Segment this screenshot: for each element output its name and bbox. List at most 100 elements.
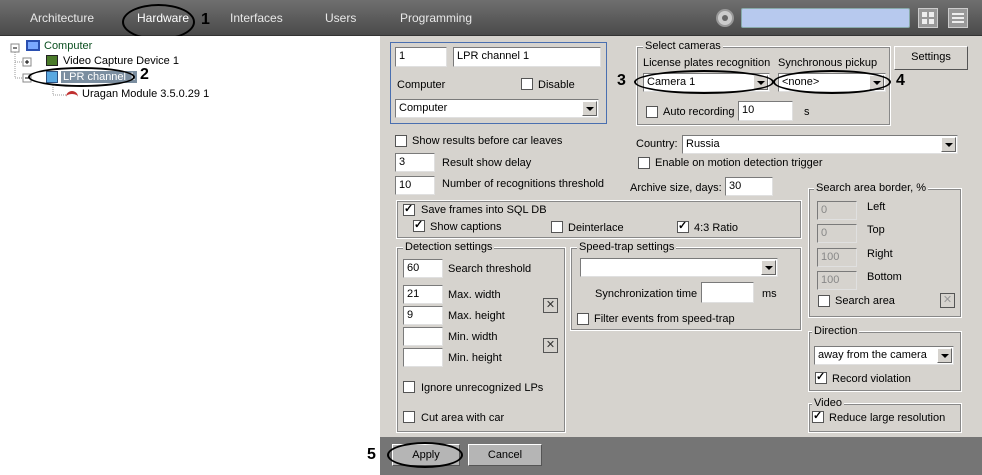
motion-trigger-checkbox[interactable]: [638, 157, 650, 169]
sync-pickup-label: Synchronous pickup: [778, 57, 878, 69]
reduce-resolution-label: Reduce large resolution: [829, 412, 946, 424]
bottom-border-label: Bottom: [867, 271, 902, 283]
ms-unit: ms: [762, 288, 777, 300]
annotation-oval-apply: [387, 442, 463, 468]
show-captions-label: Show captions: [430, 221, 502, 233]
archive-size-field[interactable]: 30: [725, 177, 773, 196]
search-box[interactable]: [741, 8, 910, 28]
deinterlace-checkbox[interactable]: [551, 221, 563, 233]
min-height-label: Min. height: [448, 352, 502, 364]
select-cameras-title: Select cameras: [643, 40, 723, 52]
tab-architecture[interactable]: Architecture: [30, 11, 94, 25]
show-results-checkbox[interactable]: [395, 135, 407, 147]
disable-label: Disable: [538, 79, 575, 91]
gear-icon[interactable]: [716, 9, 734, 27]
annotation-oval-lpr: [28, 67, 135, 87]
record-violation-label: Record violation: [832, 373, 911, 385]
max-height-label: Max. height: [448, 310, 505, 322]
top-border-label: Top: [867, 224, 885, 236]
tab-users[interactable]: Users: [325, 11, 356, 25]
cut-area-checkbox[interactable]: [403, 411, 415, 423]
recognitions-threshold-field[interactable]: 10: [395, 176, 435, 195]
show-captions-checkbox[interactable]: [413, 218, 425, 232]
country-select-value: Russia: [686, 138, 720, 150]
ignore-unrecognized-label: Ignore unrecognized LPs: [421, 382, 544, 394]
search-area-checkbox[interactable]: [818, 295, 830, 307]
channel-id-field[interactable]: 1: [395, 47, 447, 67]
cancel-button[interactable]: Cancel: [468, 444, 542, 466]
annotation-4: 4: [896, 72, 905, 89]
left-border-label: Left: [867, 201, 886, 213]
seconds-unit: s: [804, 106, 810, 118]
country-label: Country:: [636, 138, 678, 150]
filter-speedtrap-label: Filter events from speed-trap: [594, 313, 735, 325]
direction-title: Direction: [812, 325, 860, 337]
uragan-module-icon: [66, 91, 78, 99]
annotation-2: 2: [140, 66, 149, 83]
min-height-field[interactable]: [403, 348, 443, 367]
left-border-field[interactable]: 0: [817, 201, 857, 220]
speedtrap-settings-title: Speed-trap settings: [577, 241, 677, 253]
top-border-field[interactable]: 0: [817, 224, 857, 243]
annotation-5: 5: [367, 446, 376, 463]
search-threshold-label: Search threshold: [448, 263, 532, 275]
computer-icon: [26, 40, 40, 51]
menu-icon[interactable]: [948, 8, 968, 28]
disable-checkbox[interactable]: [521, 78, 533, 90]
search-area-title: Search area border, %: [814, 182, 929, 194]
filter-speedtrap-checkbox[interactable]: [577, 313, 589, 325]
tree-item-computer[interactable]: Computer: [44, 40, 92, 52]
motion-trigger-label: Enable on motion detection trigger: [655, 157, 823, 169]
tab-interfaces[interactable]: Interfaces: [230, 11, 283, 25]
archive-size-label: Archive size, days:: [630, 182, 722, 194]
sync-time-label: Synchronization time: [595, 288, 698, 300]
ratio-checkbox[interactable]: [677, 219, 689, 233]
settings-button[interactable]: Settings: [894, 46, 968, 70]
tree-item-video-capture[interactable]: Video Capture Device 1: [63, 55, 179, 67]
tab-programming[interactable]: Programming: [400, 11, 472, 25]
capture-device-icon: [46, 55, 58, 66]
right-border-label: Right: [867, 248, 893, 260]
clear-min-size-icon[interactable]: ✕: [543, 338, 558, 353]
direction-select-value: away from the camera: [818, 349, 927, 361]
chevron-down-icon: [937, 348, 952, 363]
channel-name-field[interactable]: LPR channel 1: [453, 47, 601, 67]
clear-search-area-icon[interactable]: ✕: [940, 293, 955, 308]
recognitions-threshold-label: Number of recognitions threshold: [442, 178, 605, 190]
computer-select[interactable]: Computer: [395, 99, 599, 118]
auto-recording-checkbox[interactable]: [646, 106, 658, 118]
computer-label: Computer: [397, 79, 446, 91]
reduce-resolution-checkbox[interactable]: [812, 409, 824, 423]
bottom-border-field[interactable]: 100: [817, 271, 857, 290]
right-border-field[interactable]: 100: [817, 248, 857, 267]
tree-item-uragan-module[interactable]: Uragan Module 3.5.0.29 1: [82, 88, 209, 100]
save-frames-label: Save frames into SQL DB: [421, 204, 547, 216]
country-select[interactable]: Russia: [682, 135, 958, 154]
search-threshold-field[interactable]: 60: [403, 259, 443, 278]
direction-select[interactable]: away from the camera: [814, 346, 954, 365]
max-height-field[interactable]: 9: [403, 306, 443, 325]
record-violation-checkbox[interactable]: [815, 370, 827, 384]
max-width-label: Max. width: [448, 289, 501, 301]
video-title: Video: [812, 397, 844, 409]
annotation-oval-sync: [773, 70, 891, 94]
grid-icon[interactable]: [918, 8, 938, 28]
auto-recording-field[interactable]: 10: [738, 101, 793, 121]
annotation-oval-camera: [634, 70, 774, 94]
save-frames-checkbox[interactable]: [403, 202, 415, 216]
deinterlace-label: Deinterlace: [568, 222, 624, 234]
clear-max-size-icon[interactable]: ✕: [543, 298, 558, 313]
detection-settings-title: Detection settings: [403, 241, 495, 253]
sync-time-field[interactable]: [701, 282, 754, 303]
annotation-oval-hardware: [122, 4, 195, 40]
ignore-unrecognized-checkbox[interactable]: [403, 381, 415, 393]
result-delay-field[interactable]: 3: [395, 153, 435, 172]
result-delay-label: Result show delay: [442, 157, 532, 169]
min-width-field[interactable]: [403, 327, 443, 346]
max-width-field[interactable]: 21: [403, 285, 443, 304]
annotation-3: 3: [617, 72, 626, 89]
ratio-label: 4:3 Ratio: [694, 222, 739, 234]
annotation-1: 1: [201, 11, 210, 28]
search-area-label: Search area: [835, 295, 895, 307]
speedtrap-select[interactable]: [580, 258, 778, 277]
